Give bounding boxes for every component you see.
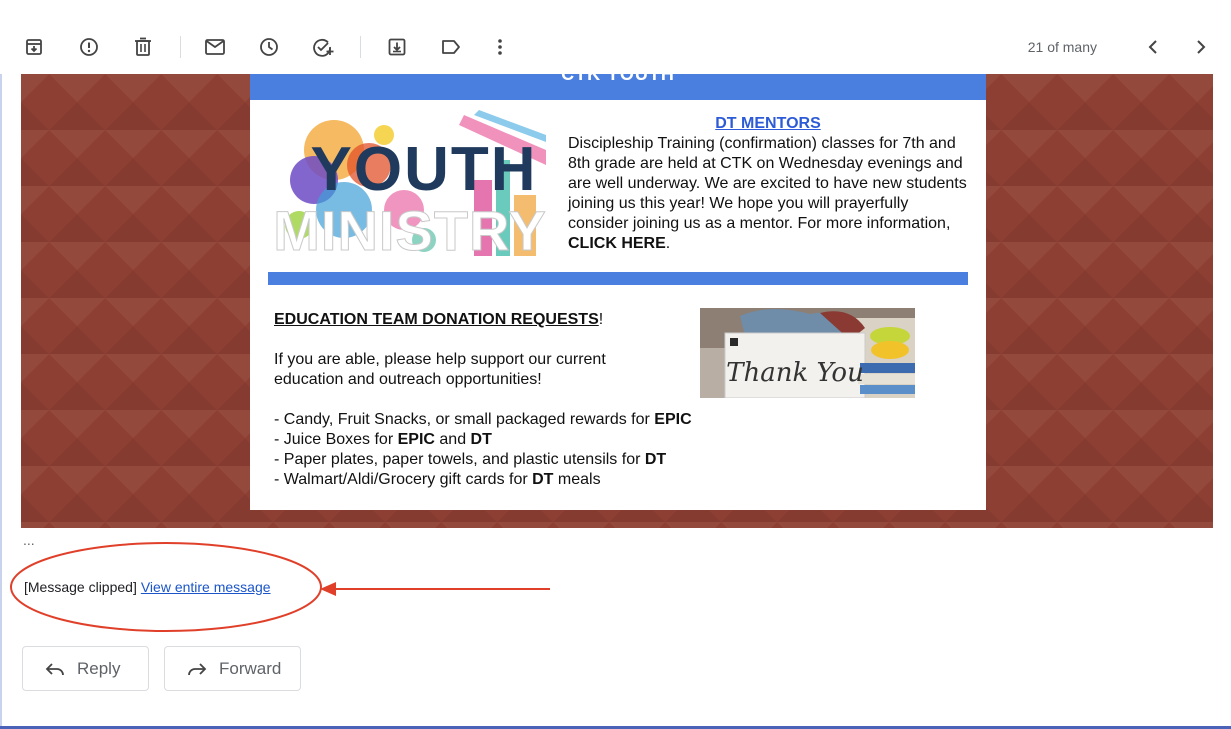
chevron-left-icon[interactable] [1140,34,1166,60]
newsletter-header-text: CTK YOUTH [561,74,675,84]
ministry-image-text: MINISTRY [274,199,546,256]
dt-mentors-end: . [665,235,671,252]
pager-count: 21 of many [1027,39,1097,55]
section-divider [268,272,968,285]
annotation-arrow-head [320,582,336,596]
reply-button[interactable]: Reply [22,646,149,691]
dt-mentors-section: DT MENTORS Discipleship Training (confir… [568,114,968,254]
newsletter-header-bar: CTK YOUTH [250,74,986,100]
annotation-overlay [10,542,550,632]
dt-mentors-title[interactable]: DT MENTORS [568,114,968,134]
forward-label: Forward [219,658,282,678]
thank-you-text: Thank You [726,358,864,388]
click-here-link[interactable]: CLICK HERE [568,235,666,252]
donation-list: - Candy, Fruit Snacks, or small packaged… [274,410,744,490]
education-donation-section: EDUCATION TEAM DONATION REQUESTS! If you… [274,310,704,490]
reply-icon [45,659,65,679]
add-task-icon[interactable] [310,34,336,60]
education-title: EDUCATION TEAM DONATION REQUESTS! [274,311,604,328]
forward-icon [187,659,207,679]
list-item: - Juice Boxes for EPIC and DT [274,431,492,448]
reply-label: Reply [77,658,121,678]
mark-unread-icon[interactable] [202,34,228,60]
forward-button[interactable]: Forward [164,646,301,691]
annotation-circle [10,542,322,632]
youth-image-text: YOUTH [311,135,538,204]
delete-icon[interactable] [130,34,156,60]
snooze-icon[interactable] [256,34,282,60]
newsletter-card: CTK YOUTH YOUTH MINISTRY DT MENTORS Disc… [250,74,986,510]
label-icon[interactable] [438,34,464,60]
education-intro: If you are able, please help support our… [274,351,606,388]
report-spam-icon[interactable] [76,34,102,60]
thank-you-box-image: Thank You [700,308,915,398]
more-icon[interactable] [487,34,513,60]
dt-mentors-body: Discipleship Training (confirmation) cla… [568,135,967,232]
chevron-right-icon[interactable] [1188,34,1214,60]
archive-icon[interactable] [21,34,47,60]
move-to-icon[interactable] [384,34,410,60]
toolbar-separator [180,36,181,58]
list-item: - Walmart/Aldi/Grocery gift cards for DT… [274,471,601,488]
list-item: - Paper plates, paper towels, and plasti… [274,451,667,468]
youth-ministry-image: YOUTH MINISTRY [274,110,546,256]
message-toolbar: 21 of many [0,0,1231,74]
list-item: - Candy, Fruit Snacks, or small packaged… [274,411,692,428]
toolbar-separator [360,36,361,58]
